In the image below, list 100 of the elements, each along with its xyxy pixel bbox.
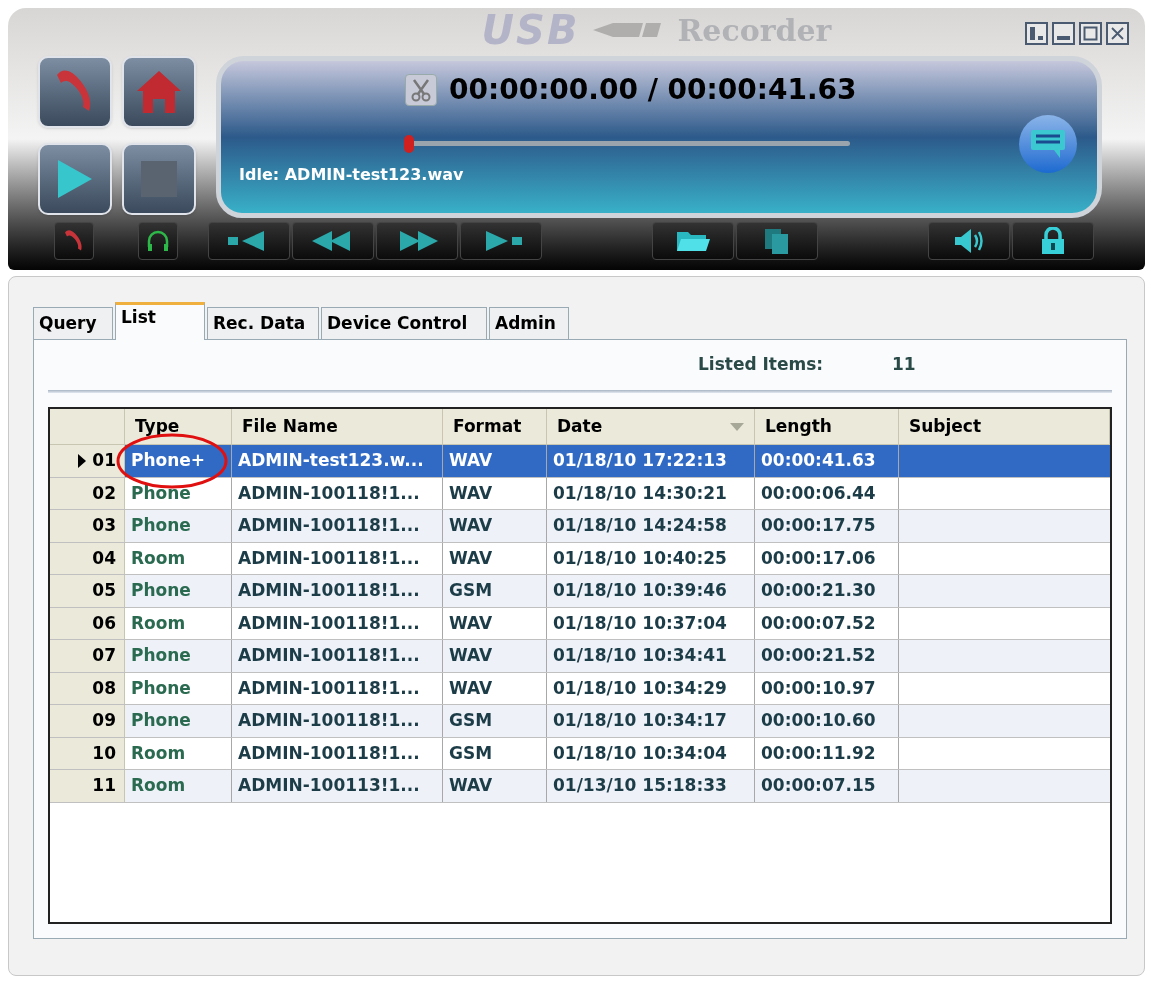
- documents-button[interactable]: [736, 222, 818, 260]
- table-cell-text: 00:00:07.15: [761, 774, 876, 797]
- maximize-button[interactable]: [1079, 22, 1102, 45]
- column-header[interactable]: Length: [755, 409, 899, 444]
- row-number: 01: [92, 449, 116, 472]
- table-cell-text: WAV: [449, 449, 493, 472]
- table-cell-text: Phone+: [131, 449, 206, 472]
- table-cell-text: Phone: [131, 644, 191, 667]
- table-cell-text: 00:00:21.52: [761, 644, 876, 667]
- table-cell-text: WAV: [449, 611, 493, 635]
- home-button[interactable]: [122, 56, 196, 128]
- table-cell-text: WAV: [449, 481, 493, 505]
- row-number: 11: [92, 774, 116, 797]
- column-header[interactable]: Format: [443, 409, 547, 444]
- skip-forward-button[interactable]: [460, 222, 542, 260]
- lock-button[interactable]: [1012, 222, 1094, 260]
- column-header[interactable]: File Name: [232, 409, 443, 444]
- table-cell-text: ADMIN-100118!1...: [238, 611, 420, 635]
- table-row[interactable]: 06 Room ADMIN-100118!1... WAV 01/18/10 10:37:04 00:00:07.52: [50, 607, 1110, 640]
- table-cell-text: 01/18/10 10:40:25: [553, 546, 727, 570]
- table-row[interactable]: 10 Room ADMIN-100118!1... GSM 01/18/10 10:34:04 00:00:11.92: [50, 737, 1110, 770]
- play-icon: [56, 158, 94, 200]
- call-button[interactable]: [38, 56, 112, 128]
- minimize-icon: [1056, 36, 1071, 40]
- table-cell-text: GSM: [449, 709, 493, 732]
- status-text: Idle: ADMIN-test123.wav: [239, 164, 465, 186]
- table-cell-text: ADMIN-100118!1...: [238, 741, 420, 765]
- table-cell-text: ADMIN-100118!1...: [238, 709, 420, 732]
- table-row[interactable]: 03 Phone ADMIN-100118!1... WAV 01/18/10 14:24:58 00:00:17.75: [50, 510, 1110, 543]
- table-cell-text: 01/18/10 10:37:04: [553, 611, 727, 635]
- row-number: 06: [92, 611, 116, 635]
- table-cell-text: ADMIN-100118!1...: [238, 546, 420, 570]
- table-cell-text: 01/18/10 17:22:13: [553, 449, 727, 472]
- column-header[interactable]: Type: [125, 409, 232, 444]
- table-row[interactable]: 02 Phone ADMIN-100118!1... WAV 01/18/10 14:30:21 00:00:06.44: [50, 477, 1110, 510]
- row-number: 04: [92, 546, 116, 570]
- table-cell-text: Room: [131, 774, 186, 797]
- table-row[interactable]: 11 Room ADMIN-100113!1... WAV 01/13/10 15:18:33 00:00:07.15: [50, 770, 1110, 803]
- table-cell-text: 01/18/10 10:34:29: [553, 676, 727, 700]
- skip-back-button[interactable]: [208, 222, 290, 260]
- compact-button[interactable]: [1025, 22, 1048, 45]
- position-slider[interactable]: [404, 135, 850, 153]
- row-number: 07: [92, 644, 116, 667]
- table-cell-text: 01/18/10 10:34:17: [553, 709, 727, 732]
- column-header[interactable]: Subject: [899, 409, 1110, 444]
- table-cell-text: 00:00:41.63: [761, 449, 876, 472]
- table-cell-text: ADMIN-test123.w...: [238, 449, 424, 472]
- fast-forward-button[interactable]: [376, 222, 458, 260]
- table-cell-text: Phone: [131, 481, 191, 505]
- table-cell-text: ADMIN-100118!1...: [238, 481, 420, 505]
- table-row[interactable]: 08 Phone ADMIN-100118!1... WAV 01/18/10 10:34:29 00:00:10.97: [50, 672, 1110, 705]
- scissors-icon: [410, 78, 432, 102]
- table-cell-text: 01/18/10 10:34:41: [553, 644, 727, 667]
- tab[interactable]: Query: [33, 307, 113, 339]
- compact-icon: [1029, 26, 1044, 41]
- rewind-button[interactable]: [292, 222, 374, 260]
- table-row[interactable]: 04 Room ADMIN-100118!1... WAV 01/18/10 10:40:25 00:00:17.06: [50, 542, 1110, 575]
- documents-icon: [763, 227, 791, 255]
- open-folder-button[interactable]: [652, 222, 734, 260]
- close-icon: [1110, 26, 1125, 41]
- chat-icon: [1030, 129, 1066, 159]
- stop-icon: [141, 161, 177, 197]
- table-cell-text: Phone: [131, 514, 191, 537]
- table-cell-text: 00:00:17.06: [761, 546, 876, 570]
- minimize-button[interactable]: [1052, 22, 1075, 45]
- tab[interactable]: Rec. Data: [207, 307, 319, 339]
- table-cell-text: 01/18/10 10:39:46: [553, 579, 727, 602]
- table-cell-text: 00:00:10.60: [761, 709, 876, 732]
- table-cell-text: 01/18/10 10:34:04: [553, 741, 727, 765]
- table-row[interactable]: 01 Phone+ ADMIN-test123.w... WAV 01/18/10 17:22:13 00:00:41.63: [50, 445, 1110, 478]
- table-cell-text: 00:00:07.52: [761, 611, 876, 635]
- listed-items-count: 11: [892, 353, 916, 377]
- table-cell-text: Room: [131, 546, 186, 570]
- table-cell-text: ADMIN-100113!1...: [238, 774, 420, 797]
- close-button[interactable]: [1106, 22, 1129, 45]
- tab[interactable]: Admin: [489, 307, 569, 339]
- position-thumb[interactable]: [404, 135, 414, 153]
- play-button[interactable]: [38, 143, 112, 215]
- volume-button[interactable]: [928, 222, 1010, 260]
- table-row[interactable]: 07 Phone ADMIN-100118!1... WAV 01/18/10 10:34:41 00:00:21.52: [50, 640, 1110, 673]
- table-cell-text: WAV: [449, 774, 493, 797]
- tab[interactable]: List: [115, 302, 205, 340]
- table-cell-text: 00:00:17.75: [761, 514, 876, 537]
- headphones-button[interactable]: [138, 222, 178, 260]
- table-cell-text: Phone: [131, 709, 191, 732]
- cut-button[interactable]: [405, 74, 437, 106]
- table-cell-text: GSM: [449, 741, 493, 765]
- chat-button[interactable]: [1019, 115, 1077, 173]
- tab[interactable]: Device Control: [321, 307, 487, 339]
- column-header[interactable]: Date: [547, 409, 755, 444]
- table-row[interactable]: 09 Phone ADMIN-100118!1... GSM 01/18/10 10:34:17 00:00:10.60: [50, 705, 1110, 738]
- table-cell-text: WAV: [449, 514, 493, 537]
- table-cell-text: ADMIN-100118!1...: [238, 644, 420, 667]
- table-row[interactable]: 05 Phone ADMIN-100118!1... GSM 01/18/10 10:39:46 00:00:21.30: [50, 575, 1110, 608]
- row-number: 05: [92, 579, 116, 602]
- hang-up-button[interactable]: [54, 222, 94, 260]
- listed-items-label: Listed Items:: [698, 353, 825, 377]
- stop-button[interactable]: [122, 143, 196, 215]
- table-cell-text: WAV: [449, 676, 493, 700]
- time-display: 00:00:00.00 / 00:00:41.63: [449, 72, 857, 108]
